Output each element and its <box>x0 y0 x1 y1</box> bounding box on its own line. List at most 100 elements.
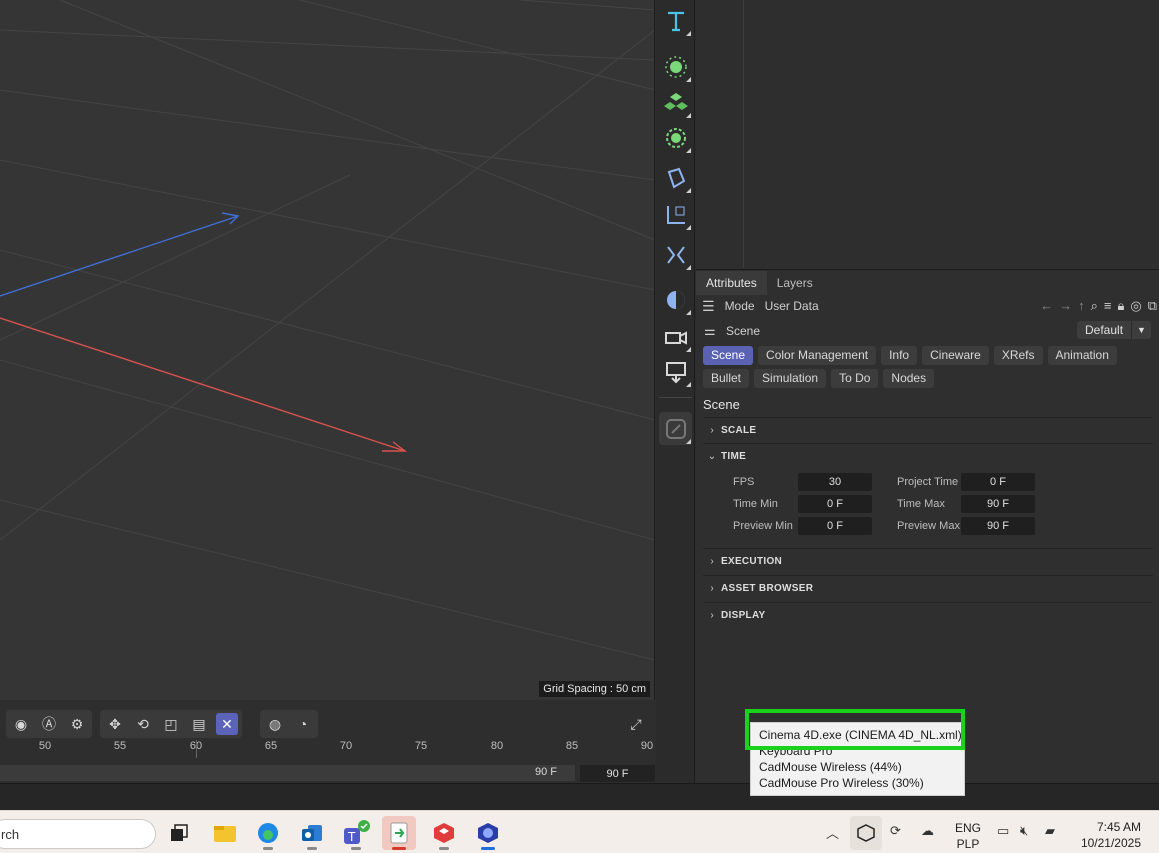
onedrive-offline-icon[interactable]: ☁ <box>921 823 934 839</box>
speaker-muted-icon[interactable]: 🔇︎ <box>1020 823 1028 839</box>
field-icon[interactable] <box>659 198 692 231</box>
notepad-app-icon[interactable] <box>382 816 416 850</box>
tab-info[interactable]: Info <box>881 346 918 365</box>
chevron-right-icon[interactable]: › <box>703 556 721 567</box>
cinema4d-app-icon[interactable] <box>471 816 505 850</box>
scale-key-icon[interactable]: ◰ <box>160 713 182 735</box>
tab-color-management[interactable]: Color Management <box>758 346 877 365</box>
teams-icon[interactable]: T <box>339 816 373 850</box>
section-execution[interactable]: › EXECUTION <box>703 548 1153 574</box>
environment-icon[interactable] <box>659 283 692 316</box>
particle-emitter-icon[interactable] <box>659 50 692 83</box>
fps-field[interactable]: 30 <box>798 473 872 491</box>
running-indicator <box>263 847 273 850</box>
forward-arrow-icon[interactable]: → <box>1059 298 1072 314</box>
tick-label: 75 <box>414 740 428 752</box>
tab-animation[interactable]: Animation <box>1047 346 1117 365</box>
tab-to-do[interactable]: To Do <box>831 369 879 388</box>
param-key-icon[interactable]: ▤ <box>188 713 210 735</box>
tab-scene[interactable]: Scene <box>703 346 754 365</box>
time-min-label: Time Min <box>733 498 778 510</box>
object-name-label: Scene <box>726 324 761 338</box>
task-view-icon[interactable] <box>162 816 196 850</box>
playhead[interactable] <box>196 740 197 758</box>
time-min-row: Time Min 0 F Time Max 90 F <box>733 495 1035 513</box>
edge-browser-icon[interactable] <box>251 816 285 850</box>
record-key-icon[interactable]: ◉ <box>10 713 32 735</box>
network-icon[interactable]: ▭ <box>997 823 1009 839</box>
preview-min-row: Preview Min 0 F Preview Max 90 F <box>733 517 1035 535</box>
new-window-icon[interactable]: ⧉ <box>1148 298 1157 314</box>
tab-cineware[interactable]: Cineware <box>922 346 989 365</box>
key-settings-icon[interactable]: ⚙ <box>66 713 88 735</box>
sync-tray-icon[interactable]: ⟳ <box>890 823 901 839</box>
mograph-cloner-icon[interactable] <box>659 86 692 119</box>
redshift-icon[interactable] <box>427 816 461 850</box>
tooltip-line: Cinema 4D.exe (CINEMA 4D_NL.xml) <box>759 728 962 742</box>
object-manager-divider <box>743 0 744 268</box>
tab-layers[interactable]: Layers <box>767 271 823 295</box>
tab-nodes[interactable]: Nodes <box>883 369 935 388</box>
tab-bullet[interactable]: Bullet <box>703 369 750 388</box>
show-hidden-icons-chevron-icon[interactable]: ︿ <box>826 823 839 842</box>
menu-mode[interactable]: Mode <box>725 299 755 313</box>
section-time[interactable]: ⌄ TIME <box>703 443 1153 469</box>
preview-max-field[interactable]: 90 F <box>961 517 1035 535</box>
timeline-ruler[interactable]: 50 55 60 65 70 75 80 85 90 <box>0 740 655 762</box>
deformer-icon[interactable] <box>659 161 692 194</box>
filter-icon[interactable]: ≡ <box>1104 298 1112 314</box>
lock-icon[interactable]: 🔒︎ <box>1117 298 1124 314</box>
tab-simulation[interactable]: Simulation <box>754 369 827 388</box>
file-explorer-icon[interactable] <box>208 816 242 850</box>
spline-tool-icon[interactable] <box>659 238 692 271</box>
chevron-right-icon[interactable]: › <box>703 610 721 621</box>
target-icon[interactable]: ◎ <box>1130 298 1141 314</box>
tab-xrefs[interactable]: XRefs <box>993 346 1043 365</box>
time-min-field[interactable]: 0 F <box>798 495 872 513</box>
clock-time: 7:45 AM <box>1096 820 1141 834</box>
outlook-icon[interactable] <box>295 816 329 850</box>
preview-min-field[interactable]: 0 F <box>798 517 872 535</box>
chevron-right-icon[interactable]: › <box>703 583 721 594</box>
taskbar-search-box[interactable]: rch <box>0 819 156 849</box>
project-time-field[interactable]: 0 F <box>961 473 1035 491</box>
back-arrow-icon[interactable]: ← <box>1040 298 1053 314</box>
tooltip-line: CadMouse Pro Wireless (30%) <box>759 776 924 790</box>
effector-icon[interactable] <box>659 121 692 154</box>
text-tool-icon[interactable] <box>659 4 692 37</box>
tab-attributes[interactable]: Attributes <box>696 271 767 295</box>
timeline-range-bar[interactable]: 90 F <box>0 765 575 781</box>
move-key-icon[interactable]: ✥ <box>104 713 126 735</box>
edit-tool-icon[interactable] <box>659 412 692 445</box>
rotate-key-icon[interactable]: ⟲ <box>132 713 154 735</box>
chevron-right-icon[interactable]: › <box>703 425 721 436</box>
track-toolgroup: ✥ ⟲ ◰ ▤ ✕ <box>100 710 242 738</box>
search-icon[interactable]: ⌕ <box>1091 298 1098 314</box>
motion-record-icon[interactable]: ◍ <box>264 713 286 735</box>
autokey-icon[interactable]: Ⓐ <box>38 713 60 735</box>
menu-user-data[interactable]: User Data <box>765 299 819 313</box>
object-manager[interactable] <box>696 0 1159 270</box>
language-indicator[interactable]: ENG PLP <box>955 820 981 852</box>
up-arrow-icon[interactable]: ↑ <box>1078 298 1085 314</box>
camera-icon[interactable] <box>659 320 692 353</box>
3d-viewport[interactable]: Grid Spacing : 50 cm <box>0 0 655 700</box>
light-icon[interactable] <box>659 355 692 388</box>
section-asset-browser[interactable]: › ASSET BROWSER <box>703 575 1153 601</box>
battery-icon[interactable]: ▰ <box>1045 823 1055 839</box>
chevron-down-icon[interactable]: ▼ <box>1131 321 1151 339</box>
hamburger-menu-icon[interactable]: ☰ <box>702 298 715 315</box>
3dconnexion-tray-icon[interactable] <box>850 816 882 850</box>
tick-label: 70 <box>339 740 353 752</box>
point-level-icon[interactable]: ✕ <box>216 713 238 735</box>
preset-dropdown[interactable]: Default ▼ <box>1077 321 1151 339</box>
chevron-down-icon[interactable]: ⌄ <box>703 451 721 462</box>
attributes-nav-icons: ← → ↑ ⌕ ≡ 🔒︎ ◎ ⧉ <box>1040 298 1157 314</box>
motion-speed-icon[interactable]: ◔ <box>292 713 314 735</box>
section-scale[interactable]: › SCALE <box>703 417 1153 443</box>
time-max-field[interactable]: 90 F <box>961 495 1035 513</box>
fit-view-icon[interactable]: ⤢ <box>625 713 647 735</box>
range-end-field[interactable]: 90 F <box>580 765 655 782</box>
system-clock[interactable]: 7:45 AM 10/21/2025 <box>1081 819 1141 851</box>
section-display[interactable]: › DISPLAY <box>703 602 1153 628</box>
